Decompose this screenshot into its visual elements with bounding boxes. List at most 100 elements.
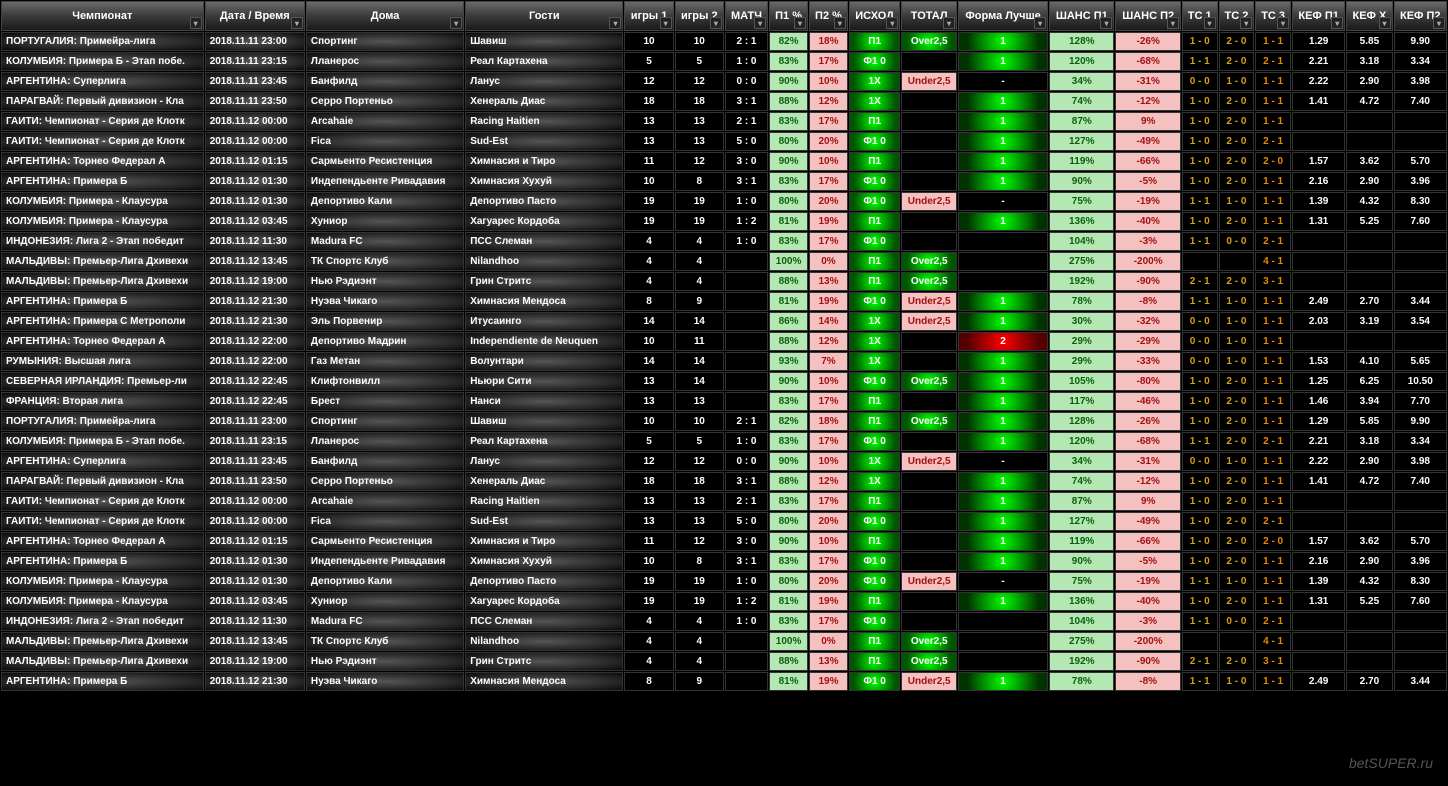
outcome: П1 (849, 272, 900, 291)
filter-dropdown-icon[interactable] (1379, 17, 1391, 29)
col-header[interactable]: игры 2 (675, 1, 724, 31)
table-row[interactable]: РУМЫНИЯ: Высшая лига2018.11.12 22:00Газ … (1, 352, 1447, 371)
col-header[interactable]: КЕФ П2 (1394, 1, 1447, 31)
filter-dropdown-icon[interactable] (834, 17, 846, 29)
filter-dropdown-icon[interactable] (660, 17, 672, 29)
col-header[interactable]: П1 % (769, 1, 808, 31)
p1-pct: 81% (769, 212, 808, 231)
ts2: 1 - 0 (1219, 452, 1255, 471)
ts3: 1 - 1 (1255, 592, 1291, 611)
total (901, 352, 957, 371)
table-row[interactable]: АРГЕНТИНА: Примера Б2018.11.12 21:30Нуэв… (1, 292, 1447, 311)
away-team: Хенераль Диас (465, 92, 623, 111)
table-row[interactable]: ПОРТУГАЛИЯ: Примейра-лига2018.11.11 23:0… (1, 32, 1447, 51)
col-header[interactable]: КЕФ X (1346, 1, 1392, 31)
table-row[interactable]: КОЛУМБИЯ: Примера Б - Этап побе.2018.11.… (1, 52, 1447, 71)
filter-dropdown-icon[interactable] (1277, 17, 1289, 29)
col-header[interactable]: П2 % (809, 1, 848, 31)
table-row[interactable]: ИНДОНЕЗИЯ: Лига 2 - Этап победит2018.11.… (1, 232, 1447, 251)
filter-dropdown-icon[interactable] (1331, 17, 1343, 29)
coef-p2: 3.98 (1394, 452, 1447, 471)
table-row[interactable]: ПАРАГВАЙ: Первый дивизион - Кла2018.11.1… (1, 472, 1447, 491)
filter-dropdown-icon[interactable] (1240, 17, 1252, 29)
table-row[interactable]: ГАИТИ: Чемпионат - Серия де Клотк2018.11… (1, 132, 1447, 151)
away-team: Шавиш (465, 32, 623, 51)
filter-dropdown-icon[interactable] (1204, 17, 1216, 29)
table-row[interactable]: АРГЕНТИНА: Торнео Федерал А2018.11.12 01… (1, 532, 1447, 551)
col-header[interactable]: ИСХОД (849, 1, 900, 31)
p1-pct: 100% (769, 632, 808, 651)
col-header[interactable]: КЕФ П1 (1292, 1, 1345, 31)
filter-dropdown-icon[interactable] (450, 17, 462, 29)
filter-dropdown-icon[interactable] (943, 17, 955, 29)
col-header[interactable]: Форма Лучше (958, 1, 1048, 31)
chance-p2: -49% (1115, 512, 1180, 531)
table-row[interactable]: ФРАНЦИЯ: Вторая лига2018.11.12 22:45Брес… (1, 392, 1447, 411)
col-header[interactable]: Дома (306, 1, 464, 31)
col-header[interactable]: ШАНС П2 (1115, 1, 1180, 31)
col-header[interactable]: Гости (465, 1, 623, 31)
filter-dropdown-icon[interactable] (1034, 17, 1046, 29)
col-header[interactable]: ШАНС П1 (1049, 1, 1114, 31)
filter-dropdown-icon[interactable] (190, 17, 202, 29)
filter-dropdown-icon[interactable] (291, 17, 303, 29)
filter-dropdown-icon[interactable] (1100, 17, 1112, 29)
total: Under2,5 (901, 292, 957, 311)
table-row[interactable]: ГАИТИ: Чемпионат - Серия де Клотк2018.11… (1, 112, 1447, 131)
table-row[interactable]: ИНДОНЕЗИЯ: Лига 2 - Этап победит2018.11.… (1, 612, 1447, 631)
table-row[interactable]: КОЛУМБИЯ: Примера Б - Этап побе.2018.11.… (1, 432, 1447, 451)
table-row[interactable]: МАЛЬДИВЫ: Премьер-Лига Дхивехи2018.11.12… (1, 632, 1447, 651)
col-header[interactable]: ТС 3 (1255, 1, 1291, 31)
table-row[interactable]: АРГЕНТИНА: Примера Б2018.11.12 01:30Инде… (1, 552, 1447, 571)
p1-pct: 81% (769, 592, 808, 611)
filter-dropdown-icon[interactable] (1433, 17, 1445, 29)
games-1: 8 (624, 292, 673, 311)
filter-dropdown-icon[interactable] (886, 17, 898, 29)
col-header[interactable]: ТС 2 (1219, 1, 1255, 31)
table-row[interactable]: АРГЕНТИНА: Суперлига2018.11.11 23:45Банф… (1, 72, 1447, 91)
filter-dropdown-icon[interactable] (754, 17, 766, 29)
table-row[interactable]: ГАИТИ: Чемпионат - Серия де Клотк2018.11… (1, 512, 1447, 531)
col-header[interactable]: Чемпионат (1, 1, 204, 31)
table-row[interactable]: МАЛЬДИВЫ: Премьер-Лига Дхивехи2018.11.12… (1, 272, 1447, 291)
coef-p2: 10.50 (1394, 372, 1447, 391)
table-row[interactable]: АРГЕНТИНА: Торнео Федерал А2018.11.12 22… (1, 332, 1447, 351)
col-header[interactable]: ТОТАЛ (901, 1, 957, 31)
col-header[interactable]: игры 1 (624, 1, 673, 31)
table-row[interactable]: КОЛУМБИЯ: Примера - Клаусура2018.11.12 0… (1, 572, 1447, 591)
table-row[interactable]: МАЛЬДИВЫ: Премьер-Лига Дхивехи2018.11.12… (1, 652, 1447, 671)
table-row[interactable]: КОЛУМБИЯ: Примера - Клаусура2018.11.12 0… (1, 592, 1447, 611)
table-row[interactable]: АРГЕНТИНА: Примера С Метрополи2018.11.12… (1, 312, 1447, 331)
chance-p1: 128% (1049, 412, 1114, 431)
table-row[interactable]: ГАИТИ: Чемпионат - Серия де Клотк2018.11… (1, 492, 1447, 511)
filter-dropdown-icon[interactable] (609, 17, 621, 29)
table-row[interactable]: АРГЕНТИНА: Примера Б2018.11.12 21:30Нуэв… (1, 672, 1447, 691)
filter-dropdown-icon[interactable] (1167, 17, 1179, 29)
filter-dropdown-icon[interactable] (794, 17, 806, 29)
p2-pct: 17% (809, 52, 848, 71)
table-row[interactable]: АРГЕНТИНА: Суперлига2018.11.11 23:45Банф… (1, 452, 1447, 471)
games-2: 4 (675, 632, 724, 651)
table-row[interactable]: МАЛЬДИВЫ: Премьер-Лига Дхивехи2018.11.12… (1, 252, 1447, 271)
table-row[interactable]: КОЛУМБИЯ: Примера - Клаусура2018.11.12 0… (1, 212, 1447, 231)
col-header[interactable]: Дата / Время (205, 1, 305, 31)
chance-p2: -26% (1115, 32, 1180, 51)
coef-p1: 2.22 (1292, 452, 1345, 471)
table-row[interactable]: КОЛУМБИЯ: Примера - Клаусура2018.11.12 0… (1, 192, 1447, 211)
col-header[interactable]: ТС 1 (1182, 1, 1218, 31)
p1-pct: 82% (769, 412, 808, 431)
table-row[interactable]: ПАРАГВАЙ: Первый дивизион - Кла2018.11.1… (1, 92, 1447, 111)
p2-pct: 17% (809, 112, 848, 131)
ts3: 2 - 0 (1255, 152, 1291, 171)
coef-x: 3.18 (1346, 52, 1392, 71)
table-row[interactable]: ПОРТУГАЛИЯ: Примейра-лига2018.11.11 23:0… (1, 412, 1447, 431)
filter-dropdown-icon[interactable] (710, 17, 722, 29)
table-row[interactable]: СЕВЕРНАЯ ИРЛАНДИЯ: Премьер-ли2018.11.12 … (1, 372, 1447, 391)
col-header[interactable]: МАТЧ (725, 1, 768, 31)
table-row[interactable]: АРГЕНТИНА: Примера Б2018.11.12 01:30Инде… (1, 172, 1447, 191)
forma: 1 (958, 292, 1048, 311)
ts1: 1 - 0 (1182, 152, 1218, 171)
games-2: 18 (675, 92, 724, 111)
away-team: Racing Haitien (465, 492, 623, 511)
table-row[interactable]: АРГЕНТИНА: Торнео Федерал А2018.11.12 01… (1, 152, 1447, 171)
